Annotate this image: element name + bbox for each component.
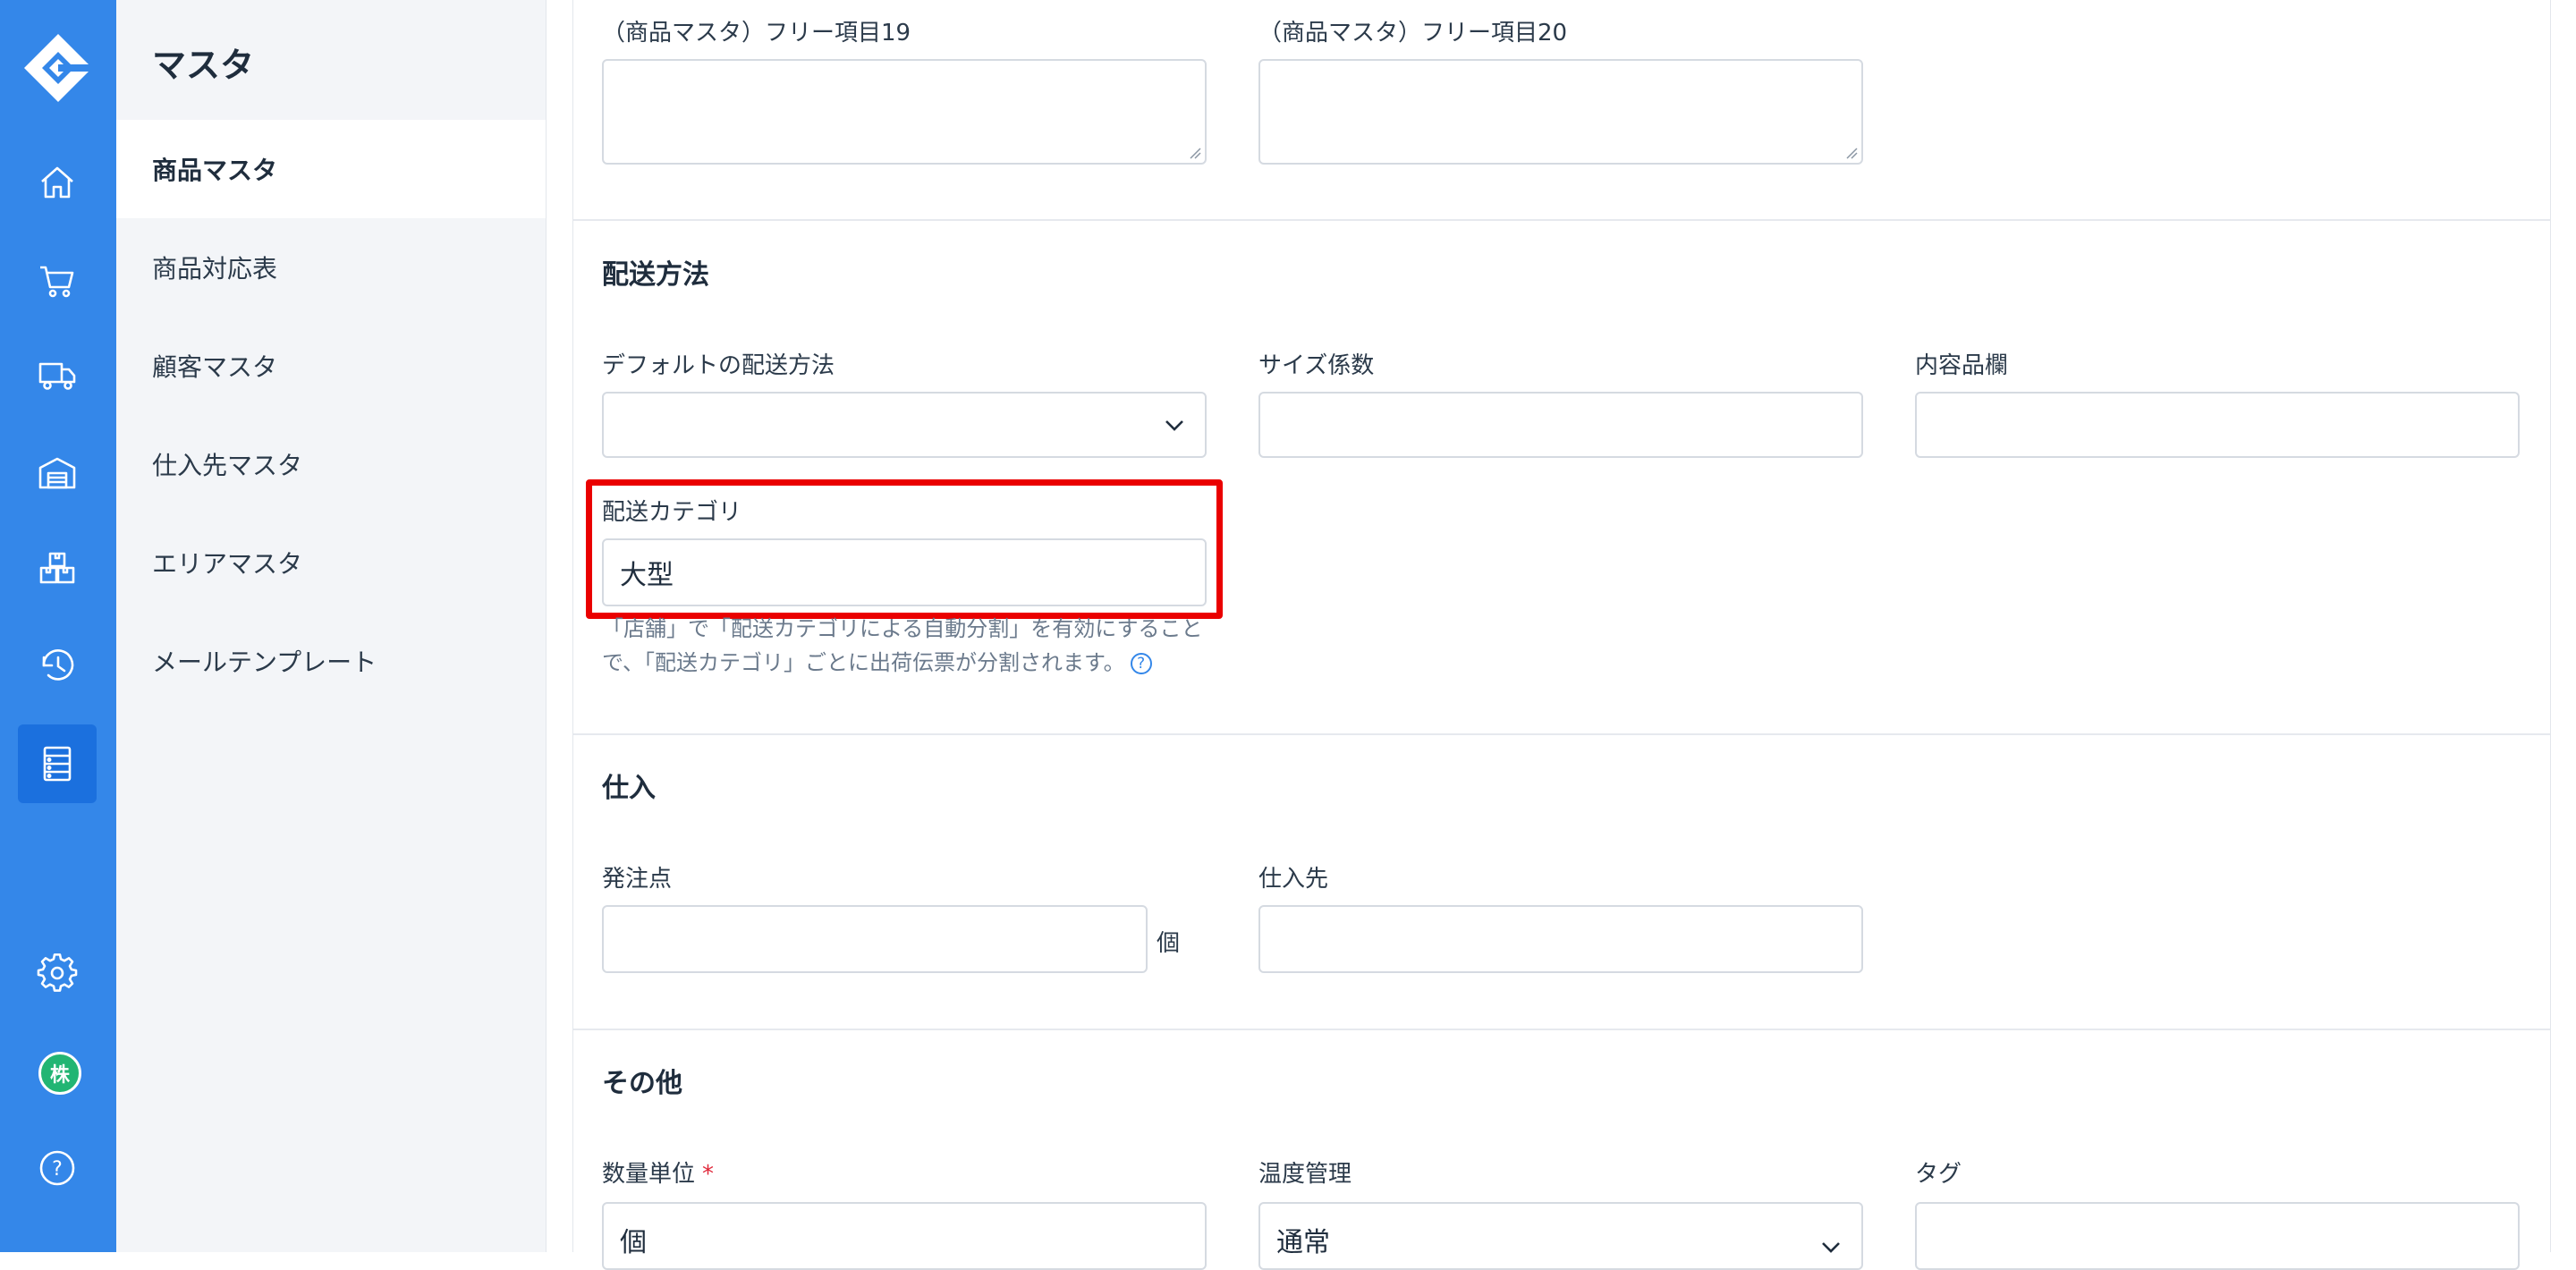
master-sidebar: マスタ 商品マスタ 商品対応表 顧客マスタ 仕入先マスタ エリアマスタ メールテ… bbox=[116, 0, 547, 1252]
shipping-section-title: 配送方法 bbox=[602, 259, 709, 291]
contents-input[interactable] bbox=[1915, 392, 2520, 458]
sidebar-item-product-mapping[interactable]: 商品対応表 bbox=[116, 218, 546, 317]
resize-handle-icon[interactable] bbox=[1189, 147, 1201, 159]
truck-icon[interactable] bbox=[18, 336, 97, 415]
temperature-value: 通常 bbox=[1276, 1227, 1330, 1258]
other-section-title: その他 bbox=[602, 1068, 682, 1099]
help-icon[interactable]: ? bbox=[18, 1129, 97, 1207]
question-icon[interactable]: ? bbox=[1130, 653, 1152, 674]
sidebar-item-mail-template[interactable]: メールテンプレート bbox=[116, 612, 546, 710]
section-divider bbox=[573, 219, 2550, 221]
product-form: （商品マスタ）フリー項目19 （商品マスタ）フリー項目20 配送方法 デフォルト… bbox=[572, 0, 2551, 1270]
section-divider bbox=[573, 1029, 2550, 1030]
boxes-icon[interactable] bbox=[18, 529, 97, 608]
sidebar-item-customer-master[interactable]: 顧客マスタ bbox=[116, 317, 546, 415]
supplier-label: 仕入先 bbox=[1258, 866, 1329, 893]
size-factor-input[interactable] bbox=[1258, 392, 1863, 458]
temperature-select[interactable]: 通常 bbox=[1258, 1202, 1863, 1270]
sidebar-item-supplier-master[interactable]: 仕入先マスタ bbox=[116, 415, 546, 513]
free-item-19-textarea[interactable] bbox=[602, 59, 1207, 165]
icon-rail: 株 ? bbox=[0, 0, 116, 1252]
sidebar-item-product-master[interactable]: 商品マスタ bbox=[116, 120, 546, 218]
chevron-down-icon bbox=[1165, 420, 1183, 431]
reorder-point-input[interactable] bbox=[602, 905, 1148, 973]
purchase-section-title: 仕入 bbox=[602, 773, 656, 804]
default-shipping-method-select[interactable] bbox=[602, 392, 1207, 458]
sidebar-title: マスタ bbox=[152, 46, 255, 85]
logo-icon[interactable] bbox=[22, 32, 94, 104]
size-factor-label: サイズ係数 bbox=[1258, 352, 1375, 379]
chevron-down-icon bbox=[1822, 1242, 1840, 1253]
cart-icon[interactable] bbox=[18, 241, 97, 320]
free-item-20-textarea[interactable] bbox=[1258, 59, 1863, 165]
gear-icon[interactable] bbox=[18, 934, 97, 1012]
highlight-box bbox=[586, 479, 1223, 619]
free-item-20-label: （商品マスタ）フリー項目20 bbox=[1258, 20, 1568, 47]
tag-input[interactable] bbox=[1915, 1202, 2520, 1270]
warehouse-icon[interactable] bbox=[18, 433, 97, 512]
quantity-unit-value: 個 bbox=[620, 1227, 647, 1258]
tag-label: タグ bbox=[1915, 1161, 1962, 1188]
sidebar-item-area-master[interactable]: エリアマスタ bbox=[116, 513, 546, 612]
reorder-point-unit: 個 bbox=[1157, 930, 1181, 957]
quantity-unit-input[interactable]: 個 bbox=[602, 1202, 1207, 1270]
section-divider bbox=[573, 733, 2550, 735]
supplier-input[interactable] bbox=[1258, 905, 1863, 973]
required-mark: * bbox=[702, 1161, 715, 1188]
contents-label: 内容品欄 bbox=[1915, 352, 2009, 379]
free-item-19-label: （商品マスタ）フリー項目19 bbox=[602, 20, 911, 47]
resize-handle-icon[interactable] bbox=[1845, 147, 1858, 159]
quantity-unit-label: 数量単位 * bbox=[602, 1156, 714, 1189]
reorder-point-label: 発注点 bbox=[602, 866, 673, 893]
home-icon[interactable] bbox=[18, 143, 97, 222]
svg-text:?: ? bbox=[52, 1158, 63, 1181]
shipping-category-help: 「店舗」で「配送カテゴリによる自動分割」を有効にすることで、「配送カテゴリ」ごと… bbox=[602, 612, 1210, 680]
master-icon[interactable] bbox=[18, 724, 97, 803]
avatar[interactable]: 株 bbox=[38, 1052, 81, 1095]
default-shipping-method-label: デフォルトの配送方法 bbox=[602, 352, 835, 379]
quantity-unit-label-text: 数量単位 bbox=[602, 1161, 696, 1188]
temperature-label: 温度管理 bbox=[1258, 1161, 1352, 1188]
shipping-category-help-text: 「店舗」で「配送カテゴリによる自動分割」を有効にすることで、「配送カテゴリ」ごと… bbox=[602, 616, 1203, 675]
history-icon[interactable] bbox=[18, 626, 97, 705]
